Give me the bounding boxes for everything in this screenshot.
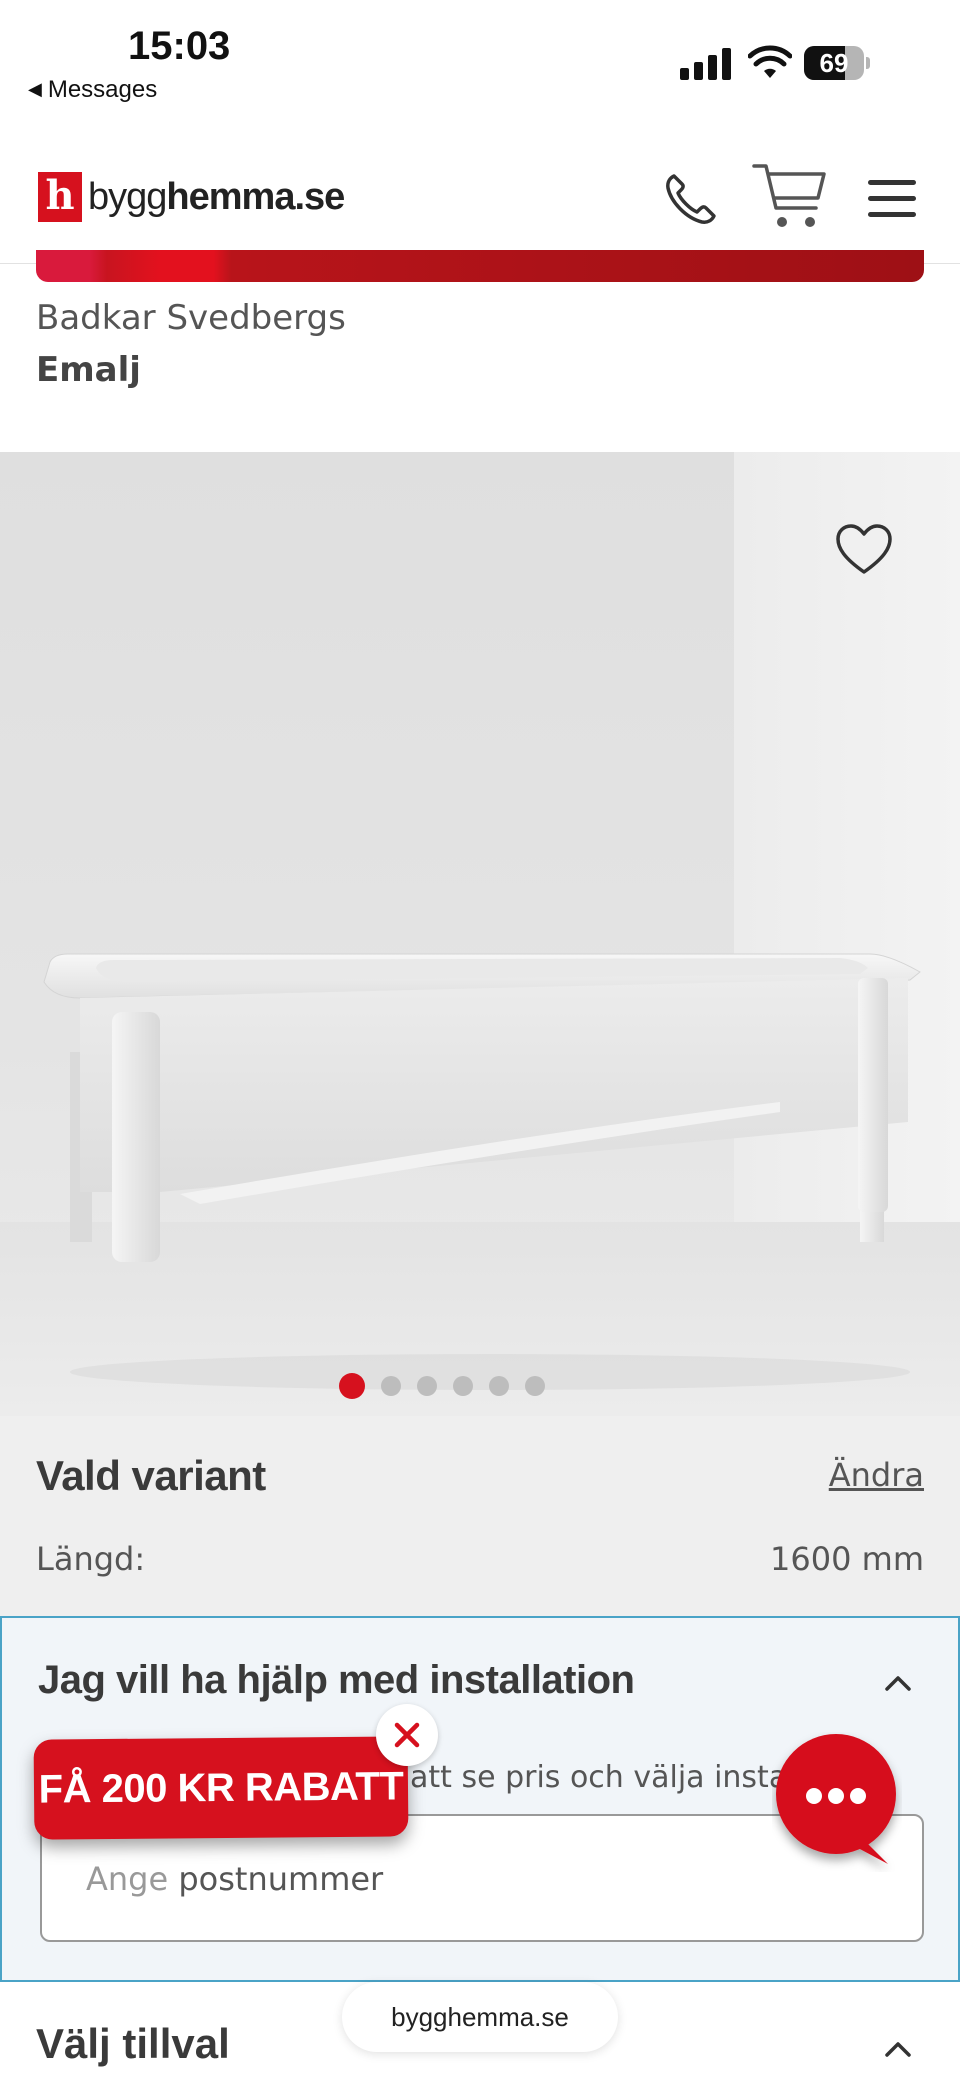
gallery-dot[interactable] — [381, 1376, 401, 1396]
chat-button[interactable] — [772, 1732, 902, 1872]
back-triangle-icon: ◀ — [28, 79, 42, 99]
gallery-dot[interactable] — [417, 1376, 437, 1396]
site-logo[interactable]: h bygghemma.se — [38, 172, 345, 222]
logo-text: bygghemma.se — [88, 175, 345, 219]
back-label: Messages — [47, 76, 158, 103]
postcode-placeholder-hint: Ange — [86, 1860, 169, 1898]
battery-level-text: 69 — [819, 48, 849, 78]
gallery-pagination-dots[interactable] — [0, 1373, 922, 1404]
change-variant-link[interactable]: Ändra — [829, 1456, 924, 1494]
gallery-dot[interactable] — [453, 1376, 473, 1396]
length-value: 1600 mm — [770, 1540, 924, 1578]
addons-section-title[interactable]: Välj tillval — [36, 2020, 230, 2068]
logo-text-bold: hemma.se — [166, 175, 345, 218]
cellular-signal-icon — [680, 48, 732, 80]
postcode-placeholder-rest: postnummer — [168, 1860, 384, 1898]
logo-text-light: bygg — [88, 175, 167, 218]
gallery-dot[interactable] — [525, 1376, 545, 1396]
chevron-up-icon[interactable] — [884, 1674, 912, 1692]
browser-url-pill[interactable]: bygghemma.se — [342, 1982, 618, 2052]
close-discount-button[interactable] — [376, 1704, 438, 1766]
cart-icon[interactable] — [752, 160, 828, 234]
back-to-messages-link[interactable]: ◀ Messages — [28, 76, 157, 104]
status-bar: 15:03 ◀ Messages 69 — [0, 0, 960, 120]
selected-variant-title: Vald variant — [36, 1452, 266, 1499]
site-header: h bygghemma.se — [0, 140, 960, 264]
product-brand-title: Badkar Svedbergs — [36, 298, 346, 338]
status-time: 15:03 — [128, 24, 231, 68]
phone-icon[interactable] — [662, 170, 720, 228]
installation-help-title[interactable]: Jag vill ha hjälp med installation — [38, 1658, 635, 1703]
logo-mark: h — [38, 172, 82, 222]
postcode-placeholder: Ange postnummer — [86, 1860, 383, 1898]
addons-chevron-up-icon[interactable] — [884, 2040, 912, 2058]
battery-icon: 69 — [804, 46, 870, 80]
bathtub-product-image — [43, 953, 921, 1390]
promo-banner-strip[interactable] — [36, 250, 924, 282]
gallery-dot[interactable] — [489, 1376, 509, 1396]
selected-variant-section: Vald variant Ändra Längd: 1600 mm — [0, 1416, 960, 1616]
discount-badge[interactable]: FÅ 200 KR RABATT — [33, 1736, 409, 1840]
product-variant-name: Emalj — [36, 350, 141, 390]
product-image-gallery[interactable] — [0, 452, 960, 1416]
heart-favorite-icon[interactable] — [834, 522, 894, 578]
length-label: Längd: — [36, 1540, 146, 1578]
close-icon — [394, 1722, 420, 1748]
hamburger-menu-icon[interactable] — [868, 178, 918, 218]
installation-description-text: att se pris och välja installa — [410, 1760, 823, 1795]
gallery-dot[interactable] — [339, 1373, 365, 1399]
discount-label: FÅ 200 KR RABATT — [38, 1764, 404, 1812]
wifi-icon — [748, 45, 792, 78]
